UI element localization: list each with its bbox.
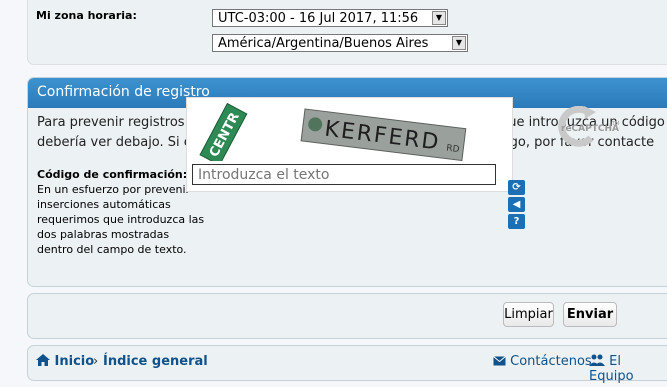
chevron-down-icon: ▼ bbox=[452, 36, 466, 50]
code-help: Código de confirmación: En un esfuerzo p… bbox=[37, 167, 207, 257]
code-label: Código de confirmación: bbox=[37, 168, 188, 181]
reset-button[interactable]: Limpiar bbox=[503, 302, 554, 327]
footer-home-label: Inicio bbox=[54, 354, 95, 369]
team-icon bbox=[589, 354, 605, 366]
captcha-word-3: RD bbox=[446, 144, 460, 156]
captcha-input[interactable] bbox=[192, 164, 496, 185]
timezone-label: Mi zona horaria: bbox=[36, 9, 137, 22]
timezone-zone-select[interactable]: América/Argentina/Buenos Aires ▼ bbox=[212, 34, 468, 52]
timezone-time-select[interactable]: UTC-03:00 - 16 Jul 2017, 11:56 ▼ bbox=[212, 9, 448, 27]
footer-home-link[interactable]: Inicio bbox=[36, 354, 94, 369]
footer-index-link[interactable]: Índice general bbox=[103, 354, 208, 369]
home-icon bbox=[36, 354, 50, 366]
recaptcha-tm: TM bbox=[611, 121, 619, 127]
footer-team-link[interactable]: El Equipo bbox=[589, 354, 667, 384]
footer-contact-label: Contáctenos bbox=[510, 354, 592, 369]
audio-icon[interactable]: ◀ bbox=[508, 197, 525, 212]
captcha-image: CENTR KERFERD RD bbox=[199, 102, 467, 161]
recaptcha-logo: reCAPTCHA TM bbox=[558, 106, 619, 147]
footer-contact-link[interactable]: Contáctenos bbox=[493, 354, 592, 369]
help-icon[interactable]: ? bbox=[508, 214, 525, 229]
timezone-zone-value: América/Argentina/Buenos Aires bbox=[218, 36, 429, 51]
timezone-time-value: UTC-03:00 - 16 Jul 2017, 11:56 bbox=[218, 11, 419, 26]
refresh-icon[interactable]: ⟳ bbox=[508, 180, 525, 195]
submit-button[interactable]: Enviar bbox=[563, 302, 617, 327]
envelope-icon bbox=[493, 356, 506, 366]
code-help-text: En un esfuerzo por prevenir inserciones … bbox=[37, 183, 205, 256]
chevron-down-icon: ▼ bbox=[432, 11, 446, 25]
breadcrumb-separator: › bbox=[93, 354, 99, 369]
recaptcha-wordmark: reCAPTCHA bbox=[561, 124, 619, 134]
